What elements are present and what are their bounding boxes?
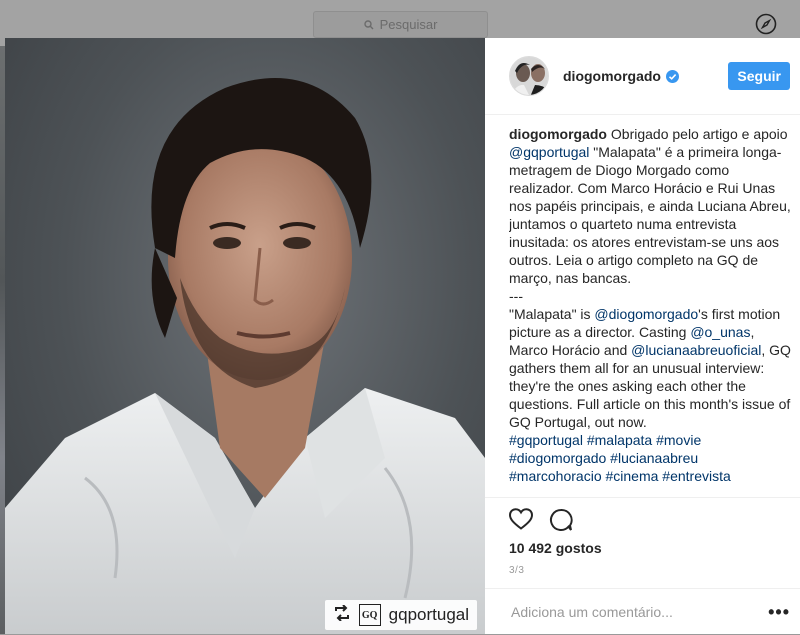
post-modal: GQ gqportugal diogomorgado Seguir diogom… [5,38,800,634]
avatar[interactable] [509,56,549,96]
watermark-handle: gqportugal [388,605,469,624]
search-placeholder: Pesquisar [379,17,438,32]
comment-icon[interactable] [549,508,573,537]
caption-text: Obrigado pelo artigo e apoio [607,126,788,142]
caption-text: "Malapata" é a primeira longa-metragem d… [509,144,791,286]
username[interactable]: diogomorgado [563,68,661,84]
post-image[interactable]: GQ gqportugal [5,38,485,634]
repost-watermark: GQ gqportugal [324,600,477,630]
comment-bar: ••• [485,588,800,635]
heart-icon[interactable] [508,508,534,537]
caption-separator: --- [509,288,523,304]
mention-link[interactable]: @o_unas [690,324,750,340]
search-box[interactable]: Pesquisar [313,11,488,38]
likes-count[interactable]: 10 492 gostos [509,540,602,556]
repost-icon [333,603,351,626]
gq-logo-icon: GQ [358,604,381,626]
caption-text: "Malapata" is [509,306,595,322]
post-actions: 10 492 gostos 3/3 ••• [485,497,800,635]
compass-icon[interactable] [755,13,777,35]
hashtag-line[interactable]: #diogomorgado #lucianaabreu [509,449,791,467]
mention-link[interactable]: @diogomorgado [594,306,698,322]
comment-input[interactable] [509,603,769,621]
mention-link[interactable]: @gqportugal [509,144,589,160]
portrait-illustration [5,78,485,634]
hashtag-line[interactable]: #gqportugal #malapata #movie [509,431,791,449]
search-icon [363,19,374,30]
verified-badge-icon [666,69,679,83]
caption-author[interactable]: diogomorgado [509,126,607,142]
post-header: diogomorgado Seguir [485,38,800,115]
follow-button[interactable]: Seguir [728,62,790,90]
mention-link[interactable]: @lucianaabreuoficial [631,342,761,358]
post-caption: diogomorgado Obrigado pelo artigo e apoi… [509,125,791,497]
pager-indicator: 3/3 [509,565,525,576]
more-options-icon[interactable]: ••• [768,602,790,623]
hashtag-line[interactable]: #marcohoracio #cinema #entrevista [509,467,791,485]
post-sidebar: diogomorgado Seguir diogomorgado Obrigad… [485,38,800,634]
